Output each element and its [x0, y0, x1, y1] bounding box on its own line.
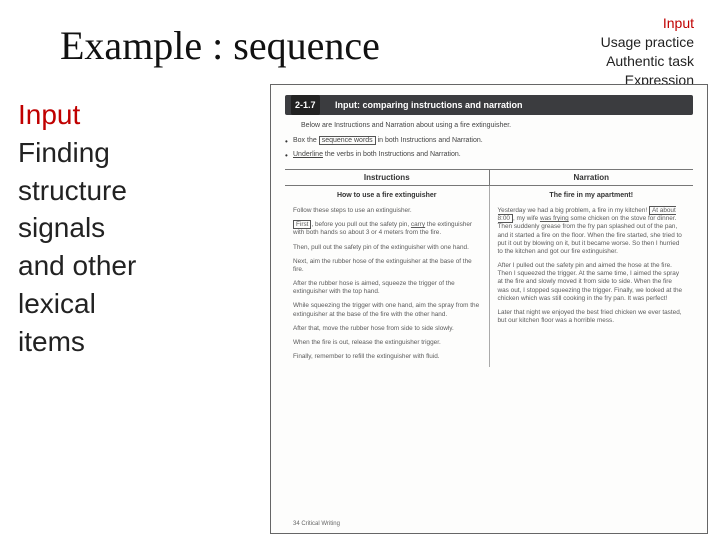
instr-p3: Then, pull out the safety pin of the ext… — [293, 244, 481, 252]
corner-item-usage: Usage practice — [601, 33, 694, 52]
instr-p9: Finally, remember to refill the extingui… — [293, 353, 481, 361]
column-headers: Instructions Narration — [285, 169, 693, 186]
book-scan: 2-1.7 Input: comparing instructions and … — [270, 84, 708, 534]
bullet-1c: in both Instructions and Narration. — [376, 137, 483, 144]
left-line-4: signals — [18, 209, 238, 247]
corner-item-authentic: Authentic task — [601, 52, 694, 71]
corner-list: Input Usage practice Authentic task Expr… — [601, 14, 694, 90]
narr-p1-und: was frying — [540, 215, 569, 222]
left-line-6: lexical — [18, 285, 238, 323]
instr-p2-und: carry — [411, 221, 425, 228]
bullet-1: Box the sequence words in both Instructi… — [293, 137, 683, 144]
instr-p2b: , before you pull out the safety pin, — [311, 221, 410, 228]
column-body: How to use a fire extinguisher Follow th… — [285, 186, 693, 367]
narration-subhead: The fire in my apartment! — [498, 192, 686, 201]
section-intro: Below are Instructions and Narration abo… — [301, 121, 681, 130]
slide: Example : sequence Input Usage practice … — [0, 0, 720, 540]
left-line-3: structure — [18, 172, 238, 210]
slide-title: Example : sequence — [60, 22, 380, 69]
narr-p1: Yesterday we had a big problem, a fire i… — [498, 207, 686, 256]
col-header-narration: Narration — [490, 170, 694, 185]
bullet-1-boxed: sequence words — [319, 136, 376, 145]
two-columns: Instructions Narration How to use a fire… — [285, 169, 693, 367]
bullet-2-underlined: Underline — [293, 151, 323, 158]
narr-p3: Later that night we enjoyed the best fri… — [498, 309, 686, 325]
bullet-2: Underline the verbs in both Instructions… — [293, 151, 683, 158]
corner-item-input: Input — [601, 14, 694, 33]
instructions-subhead: How to use a fire extinguisher — [293, 192, 481, 201]
narration-column: The fire in my apartment! Yesterday we h… — [490, 186, 694, 367]
left-line-5: and other — [18, 247, 238, 285]
section-code: 2-1.7 — [291, 95, 320, 115]
instr-p8: When the fire is out, release the exting… — [293, 339, 481, 347]
instr-p2-box: First — [293, 220, 311, 229]
instr-p7: After that, move the rubber hose from si… — [293, 325, 481, 333]
section-bar: 2-1.7 Input: comparing instructions and … — [285, 95, 693, 115]
narr-p2: After I pulled out the safety pin and ai… — [498, 262, 686, 303]
instr-p2: First, before you pull out the safety pi… — [293, 221, 481, 237]
page-footer: 34 Critical Writing — [293, 521, 340, 527]
instr-p5: After the rubber hose is aimed, squeeze … — [293, 280, 481, 296]
narr-p1a: Yesterday we had a big problem, a fire i… — [498, 207, 649, 214]
instructions-column: How to use a fire extinguisher Follow th… — [285, 186, 490, 367]
left-line-2: Finding — [18, 134, 238, 172]
instr-p1: Follow these steps to use an extinguishe… — [293, 207, 481, 215]
left-line-1: Input — [18, 96, 238, 134]
left-line-7: items — [18, 323, 238, 361]
narr-p1c: , my wife — [513, 215, 540, 222]
section-bar-title: Input: comparing instructions and narrat… — [335, 95, 523, 115]
instr-p4: Next, aim the rubber hose of the extingu… — [293, 258, 481, 274]
col-header-instructions: Instructions — [285, 170, 490, 185]
left-column: Input Finding structure signals and othe… — [18, 96, 238, 361]
bullet-2b: the verbs in both Instructions and Narra… — [323, 151, 461, 158]
bullet-1a: Box the — [293, 137, 319, 144]
instr-p6: While squeezing the trigger with one han… — [293, 302, 481, 318]
